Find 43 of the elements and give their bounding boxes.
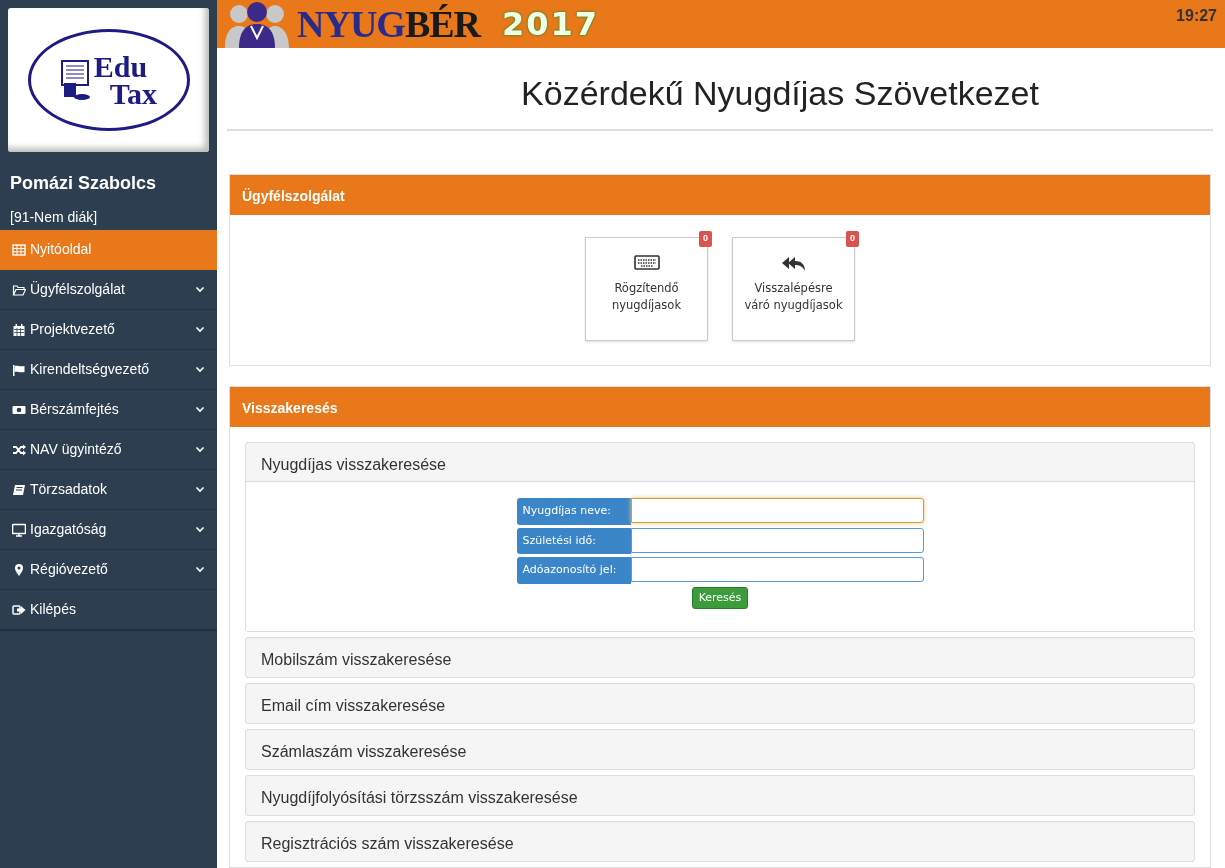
logo-text: Edu — [93, 53, 149, 80]
panel-header: Ügyfélszolgálat — [230, 175, 1210, 215]
clock-text: 19:27 — [1176, 6, 1217, 26]
accordion-header[interactable]: Számlaszám visszakeresése — [246, 730, 1194, 769]
input-field[interactable] — [630, 527, 924, 553]
calendar-icon — [12, 322, 26, 337]
user-role: [91-Nem diák] — [9, 208, 99, 227]
accordion-header[interactable]: Nyugdíjfolyósítási törzsszám visszakeresése — [246, 776, 1194, 815]
map-pin-icon — [12, 562, 26, 577]
table-icon — [12, 242, 26, 257]
accordion-header[interactable]: Regisztrációs szám visszakeresése — [246, 822, 1194, 861]
field-label: Születési idő: — [516, 527, 631, 554]
sidebar-item[interactable]: Régióvezető — [0, 550, 217, 590]
year-text: 2017 — [502, 4, 600, 45]
sidebar-item[interactable]: Ügyfélszolgálat — [0, 270, 217, 310]
exit-icon — [12, 602, 26, 617]
accordion-header[interactable]: Mobilszám visszakeresése — [246, 638, 1194, 677]
count-badge: 0 — [846, 231, 859, 247]
panel-header: Visszakeresés — [230, 387, 1210, 427]
sidebar-item[interactable]: Kirendeltségvezető — [0, 350, 217, 390]
brand-logo-text: NYUGBÉR — [297, 1, 481, 47]
sidebar-item[interactable]: Kilépés — [0, 590, 217, 630]
sidebar-item[interactable]: Törzsadatok — [0, 470, 217, 510]
flag-icon — [12, 362, 26, 377]
keyboard-icon — [633, 253, 660, 272]
input-field[interactable] — [630, 498, 924, 523]
count-badge: 0 — [699, 231, 712, 247]
input-field[interactable] — [630, 557, 924, 582]
book-icon — [12, 482, 26, 497]
shuffle-icon — [12, 442, 26, 457]
monitor-icon — [12, 522, 26, 537]
accordion-header[interactable]: Email cím visszakeresése — [246, 684, 1194, 723]
user-name: Pomázi Szabolcs — [9, 172, 158, 195]
sidebar-item[interactable]: Projektvezető — [0, 310, 217, 350]
folder-icon — [12, 282, 26, 297]
people-icon — [225, 0, 289, 48]
sidebar-item[interactable]: Bérszámfejtés — [0, 390, 217, 430]
sidebar-item[interactable]: Igazgatóság — [0, 510, 217, 550]
field-label: Nyugdíjas neve: — [516, 498, 631, 525]
page-title: Közérdekű Nyugdíjas Szövetkezet — [227, 48, 1213, 131]
field-label: Adóazonosító jel: — [516, 557, 631, 584]
logo-text: Tax — [108, 80, 158, 107]
sidebar-item[interactable]: NAV ügyintéző — [0, 430, 217, 470]
